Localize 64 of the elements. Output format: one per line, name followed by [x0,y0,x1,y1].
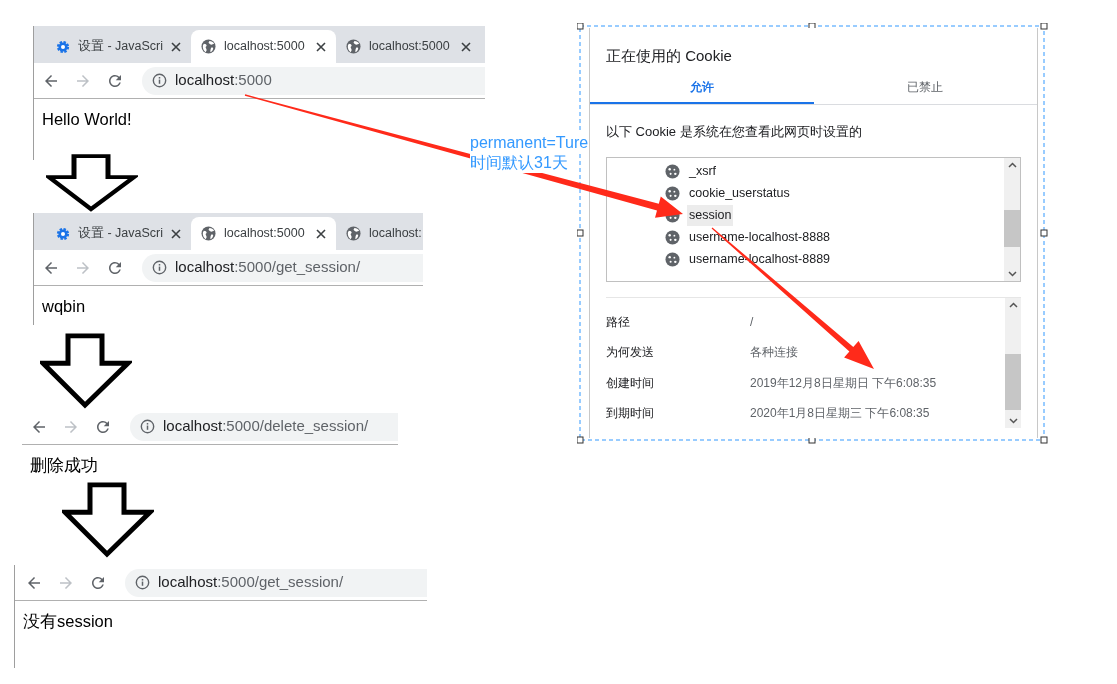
tab-title: 设置 - JavaScri [78,225,164,243]
annotation-text: permanent=Ture [470,133,589,153]
detail-label: 创建时间 [606,374,655,392]
page-text: 删除成功 [29,455,99,476]
scrollbar[interactable] [1004,158,1020,281]
detail-label: 到期时间 [606,404,655,422]
globe-icon [201,39,216,54]
page-text: 没有session [22,611,114,632]
cookie-item[interactable]: cookie_userstatus [687,182,792,204]
info-icon[interactable] [140,419,155,434]
cookie-item[interactable]: _xsrf [687,160,719,182]
tab-title: 设置 - JavaScri [78,38,164,56]
tab-title: localhost:5000 [369,38,451,56]
cookie-icon [665,185,680,201]
address-bar[interactable]: localhost:5000/get_session/ [125,568,427,597]
browser-tab[interactable]: localhost:5000 [191,30,336,63]
annotation-text: 时间默认31天 [470,153,568,173]
globe-icon [201,226,216,241]
url-text: localhost:5000/get_session/ [175,257,361,278]
close-icon[interactable] [461,41,471,52]
info-icon[interactable] [152,260,167,275]
page-text: wqbin [41,296,87,317]
info-icon[interactable] [152,73,167,88]
chevron-down-icon[interactable] [1008,418,1018,424]
detail-label: 为何发送 [606,344,655,362]
detail-value: 各种连接 [750,344,798,362]
gear-icon [56,39,70,54]
cookie-item[interactable]: session [687,204,734,226]
close-icon[interactable] [316,228,326,239]
globe-icon [346,39,361,54]
address-bar[interactable]: localhost:5000 [142,66,485,95]
detail-value: / [750,314,754,332]
address-bar[interactable]: localhost:5000/delete_session/ [130,412,398,441]
detail-label: 路径 [606,314,631,332]
tab-title: localhost:5000 [224,225,306,243]
dialog-tab[interactable]: 允许 [590,78,814,104]
chevron-up-icon[interactable] [1008,302,1018,308]
cookie-icon [665,251,680,267]
url-text: localhost:5000 [175,70,272,91]
address-bar[interactable]: localhost:5000/get_session/ [142,253,423,282]
close-icon[interactable] [171,228,182,239]
cookie-icon [665,229,680,245]
detail-value: 2020年1月8日星期三 下午6:08:35 [750,404,930,422]
chevron-up-icon[interactable] [1007,162,1017,168]
tab-title: localhost: [369,225,423,243]
scrollbar-thumb[interactable] [1004,210,1020,247]
description-text: 以下 Cookie 是系统在您查看此网页时设置的 [605,123,863,141]
page-text: Hello World! [41,109,133,130]
browser-tab[interactable]: localhost:5000 [191,217,336,250]
dialog-title: 正在使用的 Cookie [605,46,733,66]
url-text: localhost:5000/get_session/ [158,572,344,593]
info-icon[interactable] [135,575,150,590]
cookie-icon [665,163,680,179]
dialog-tab[interactable]: 已禁止 [813,78,1037,104]
url-text: localhost:5000/delete_session/ [163,416,369,437]
close-icon[interactable] [316,41,326,52]
tab-title: localhost:5000 [224,38,306,56]
detail-value: 2019年12月8日星期日 下午6:08:35 [750,374,937,392]
close-icon[interactable] [171,41,182,52]
gear-icon [56,226,70,241]
chevron-down-icon[interactable] [1007,271,1017,277]
scrollbar[interactable] [1005,298,1021,428]
globe-icon [346,226,361,241]
scrollbar-thumb[interactable] [1005,354,1021,410]
